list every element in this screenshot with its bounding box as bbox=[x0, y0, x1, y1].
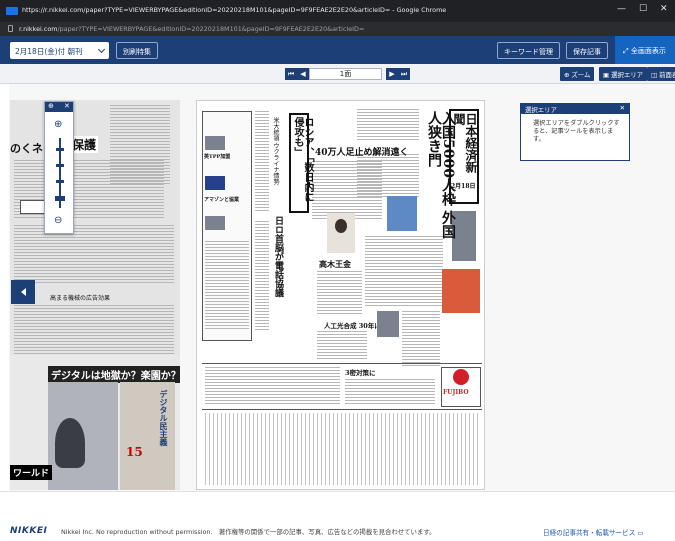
external-link-icon: ▭ bbox=[637, 529, 644, 537]
maximize-icon[interactable]: ☐ bbox=[639, 4, 647, 14]
expand-icon: ⤢ bbox=[623, 47, 631, 55]
next-page-button[interactable]: ▶ bbox=[386, 68, 398, 80]
chevron-down-icon bbox=[97, 45, 106, 54]
fujibo-label: FUJIBO bbox=[443, 389, 469, 396]
infection-headline: 40万人足止め解消遠く bbox=[315, 148, 409, 158]
side-article-text bbox=[402, 311, 440, 366]
lower-article-text bbox=[205, 367, 340, 405]
ad-world-label: ワールド bbox=[10, 465, 53, 480]
select-area-popup-body: 選択エリアをダブルクリックすると、記事ツールを表示します。 bbox=[533, 120, 620, 143]
url-text[interactable]: r.nikkei.com/paper?TYPE=VIEWERBYPAGE&edi… bbox=[19, 25, 364, 33]
page-favicon-icon bbox=[6, 7, 18, 15]
flag-image bbox=[205, 176, 225, 190]
left-page-subhead: 高まる機械の広告効果 bbox=[50, 295, 111, 302]
last-page-button[interactable]: ⏭ bbox=[398, 68, 410, 80]
nikkei-logo: NIKKEI bbox=[10, 526, 48, 536]
left-page-text-block-3 bbox=[14, 305, 174, 360]
ad-number: 15 bbox=[126, 445, 143, 459]
share-service-link[interactable]: 日経の記事共有・転載サービス ▭ bbox=[543, 527, 644, 537]
index-tpp-label: 英TPP加盟 bbox=[204, 154, 231, 160]
url-domain: r.nikkei.com bbox=[19, 25, 58, 33]
ad-band bbox=[205, 413, 480, 485]
close-icon[interactable]: ✕ bbox=[620, 104, 625, 112]
portrait-head bbox=[335, 219, 347, 233]
middle-article-text bbox=[365, 236, 443, 306]
copyright-text: Nikkei Inc. No reproduction without perm… bbox=[61, 528, 436, 536]
kanji-article-text bbox=[317, 271, 362, 316]
zoom-in-icon[interactable]: ⊕ bbox=[54, 119, 62, 130]
page-icon: ◫ bbox=[651, 71, 658, 79]
select-area-popup-title: 選択エリア bbox=[525, 106, 557, 114]
page-view-label: 前面表 bbox=[659, 71, 675, 79]
lower-article-text-2 bbox=[345, 379, 435, 405]
fullscreen-button[interactable]: ⤢ 全画面表示 bbox=[615, 36, 675, 64]
zoom-panel: ⊕ ✕ ⊕ ⊖ bbox=[44, 101, 74, 234]
index-photo-3 bbox=[205, 216, 225, 230]
previous-page-arrow-icon[interactable] bbox=[11, 280, 35, 304]
meeting-headline: 日ロ首脳が電話協議 bbox=[273, 216, 283, 297]
close-window-icon[interactable]: ✕ bbox=[660, 4, 668, 14]
zoom-tick bbox=[56, 164, 64, 167]
zoom-panel-header: ⊕ ✕ bbox=[45, 102, 73, 112]
zoom-tick bbox=[56, 180, 64, 183]
url-path: /paper?TYPE=VIEWERBYPAGE&editionID=20220… bbox=[57, 25, 365, 33]
keyword-manage-button[interactable]: キーワード管理 bbox=[497, 42, 560, 59]
zoom-button[interactable]: ⊕ ズーム bbox=[560, 67, 595, 81]
zoom-out-icon[interactable]: ⊖ bbox=[54, 215, 62, 226]
area-icon: ▣ bbox=[603, 71, 610, 79]
special-edition-button[interactable]: 別刷特集 bbox=[116, 42, 158, 59]
select-area-label: 選択エリア bbox=[611, 71, 644, 79]
select-area-popup: 選択エリア ✕ 選択エリアをダブルクリックすると、記事ツールを表示します。 bbox=[520, 103, 630, 161]
zoom-label: ズーム bbox=[571, 71, 591, 79]
current-newspaper-page[interactable]: 日本経済新聞 2月18日 入国5000人枠 外国人狭き門 40万人足止め解消遠く… bbox=[196, 100, 485, 490]
third-headline: 3密対策に bbox=[345, 369, 376, 377]
zoom-tick bbox=[56, 148, 64, 151]
minimize-icon[interactable]: — bbox=[617, 4, 626, 14]
meeting-article-text bbox=[255, 221, 269, 331]
previous-newspaper-page[interactable]: のくネッ 保護 高まる機械の広告効果 デジタルは地獄か？楽園か？ デジタル民主義… bbox=[10, 100, 180, 490]
select-area-popup-header: 選択エリア ✕ bbox=[521, 104, 629, 114]
select-area-button[interactable]: ▣ 選択エリア bbox=[599, 67, 648, 81]
index-amazon-label: アマゾンと協業 bbox=[204, 197, 240, 203]
edition-date-select[interactable]: 2月18日(金)付 朝刊 bbox=[10, 42, 109, 59]
russia-headline: ロシア、「数日内に侵攻も」 bbox=[292, 117, 313, 202]
page-view-button[interactable]: ◫ 前面表 bbox=[647, 67, 675, 81]
russia-subheadline: 米大統領 ウクライナ情勢 bbox=[272, 117, 279, 185]
masthead-title: 日本経済新聞 bbox=[452, 113, 478, 173]
saved-articles-button[interactable]: 保存記事 bbox=[566, 42, 608, 59]
side-ad-image bbox=[442, 269, 480, 313]
address-bar[interactable]: r.nikkei.com/paper?TYPE=VIEWERBYPAGE&edi… bbox=[0, 22, 675, 36]
fullscreen-label: 全画面表示 bbox=[630, 47, 666, 55]
page-number-field[interactable]: 1面 bbox=[309, 68, 382, 80]
lock-icon bbox=[8, 25, 13, 32]
left-page-text-block-2 bbox=[14, 225, 174, 285]
zoom-panel-close-icon[interactable]: ✕ bbox=[64, 102, 70, 110]
article-photo bbox=[377, 311, 399, 337]
zoom-panel-icon: ⊕ bbox=[48, 102, 54, 110]
kanji-headline: 高木王金 bbox=[319, 259, 351, 269]
zoom-slider-handle[interactable] bbox=[55, 196, 65, 201]
index-text bbox=[205, 241, 249, 331]
share-service-label: 日経の記事共有・転載サービス bbox=[543, 529, 636, 537]
ad-headline: デジタルは地獄か？楽園か？ bbox=[48, 366, 180, 383]
edition-date-label: 2月18日(金)付 朝刊 bbox=[15, 47, 83, 56]
article-chart-image bbox=[387, 196, 417, 231]
page-divider-2 bbox=[202, 409, 482, 410]
page-divider bbox=[202, 363, 482, 364]
window-title: https://r.nikkei.com/paper?TYPE=VIEWERBY… bbox=[22, 6, 447, 14]
browser-title-bar: https://r.nikkei.com/paper?TYPE=VIEWERBY… bbox=[0, 0, 675, 22]
first-page-button[interactable]: ⏮ bbox=[285, 68, 297, 80]
russia-article-text bbox=[255, 111, 269, 211]
infection-article-text bbox=[312, 161, 382, 221]
zoom-icon: ⊕ bbox=[564, 71, 570, 79]
ad-person-photo bbox=[55, 418, 85, 468]
top-headline: 入国5000人枠 外国人狭き門 bbox=[426, 111, 456, 239]
ai-article-text bbox=[317, 331, 367, 361]
left-page-column bbox=[110, 105, 170, 185]
fujibo-logo-icon bbox=[453, 369, 469, 385]
left-page-headline-2: 保護 bbox=[70, 136, 99, 153]
prev-page-button[interactable]: ◀ bbox=[297, 68, 309, 80]
index-photo-1 bbox=[205, 136, 225, 150]
ad-book-title: デジタル民主義 bbox=[159, 390, 169, 446]
